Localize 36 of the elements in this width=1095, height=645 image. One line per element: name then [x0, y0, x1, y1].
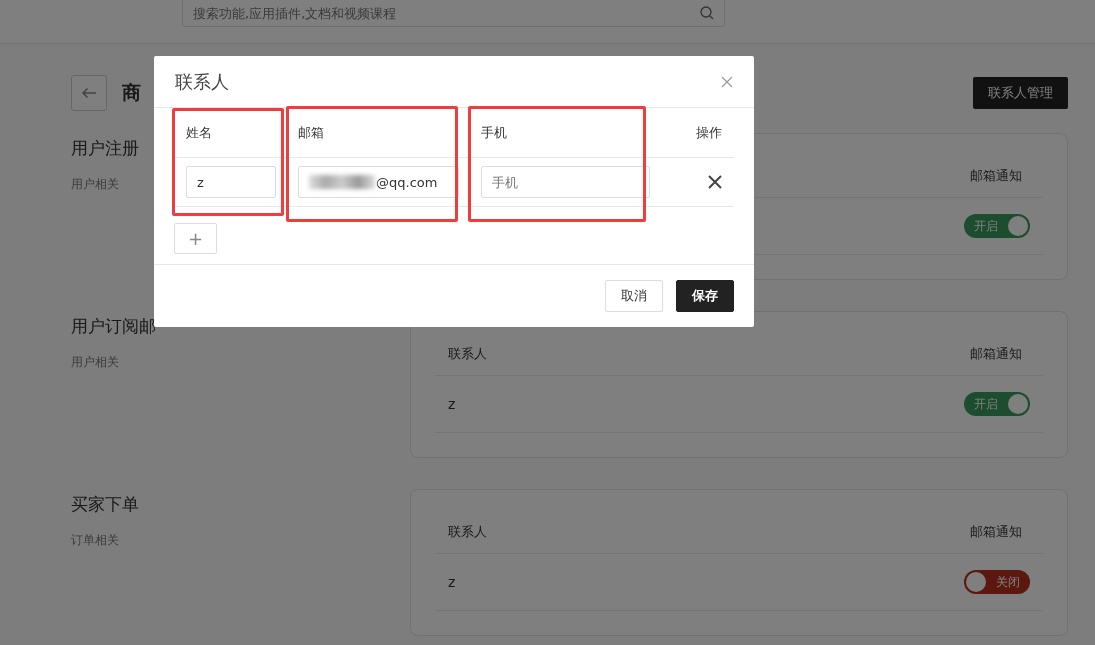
- column-header: 联系人: [448, 345, 487, 363]
- contact-name: z: [448, 396, 456, 412]
- column-header: 操作: [696, 123, 722, 142]
- back-arrow-icon: [81, 87, 97, 99]
- delete-icon[interactable]: [708, 175, 722, 189]
- add-row-button[interactable]: +: [174, 223, 217, 254]
- close-icon[interactable]: [721, 75, 733, 88]
- email-input[interactable]: @qq.com: [298, 166, 459, 198]
- back-button[interactable]: [71, 75, 107, 111]
- section-subtitle: 用户相关: [71, 176, 119, 193]
- search-icon: [700, 6, 714, 20]
- save-button[interactable]: 保存: [676, 280, 734, 312]
- column-header: 邮箱通知: [970, 167, 1023, 185]
- section-subtitle: 订单相关: [71, 532, 119, 549]
- toggle-switch[interactable]: 关闭: [964, 570, 1030, 594]
- column-header: 姓名: [186, 123, 212, 142]
- column-header: 联系人: [448, 523, 487, 541]
- column-header: 邮箱通知: [970, 345, 1023, 363]
- section-title: 买家下单: [71, 493, 139, 516]
- column-header: 邮箱通知: [970, 523, 1023, 541]
- section-title: 用户订阅邮: [71, 315, 156, 338]
- column-header: 手机: [481, 123, 507, 142]
- toggle-switch[interactable]: 开启: [964, 392, 1030, 416]
- toggle-switch[interactable]: 开启: [964, 214, 1030, 238]
- cancel-button[interactable]: 取消: [605, 280, 663, 312]
- contact-name: z: [448, 574, 456, 590]
- dialog-title: 联系人: [175, 69, 229, 94]
- section-subtitle: 用户相关: [71, 354, 119, 371]
- name-input[interactable]: z: [186, 166, 276, 198]
- section-title: 用户注册: [71, 137, 139, 160]
- page-title: 商: [122, 80, 141, 105]
- column-header: 邮箱: [298, 123, 324, 142]
- manage-contacts-button[interactable]: 联系人管理: [973, 77, 1068, 109]
- search-field[interactable]: 搜索功能,应用插件,文档和视频课程: [182, 0, 725, 27]
- phone-input[interactable]: 手机: [481, 166, 650, 198]
- blurred-text: [309, 175, 375, 189]
